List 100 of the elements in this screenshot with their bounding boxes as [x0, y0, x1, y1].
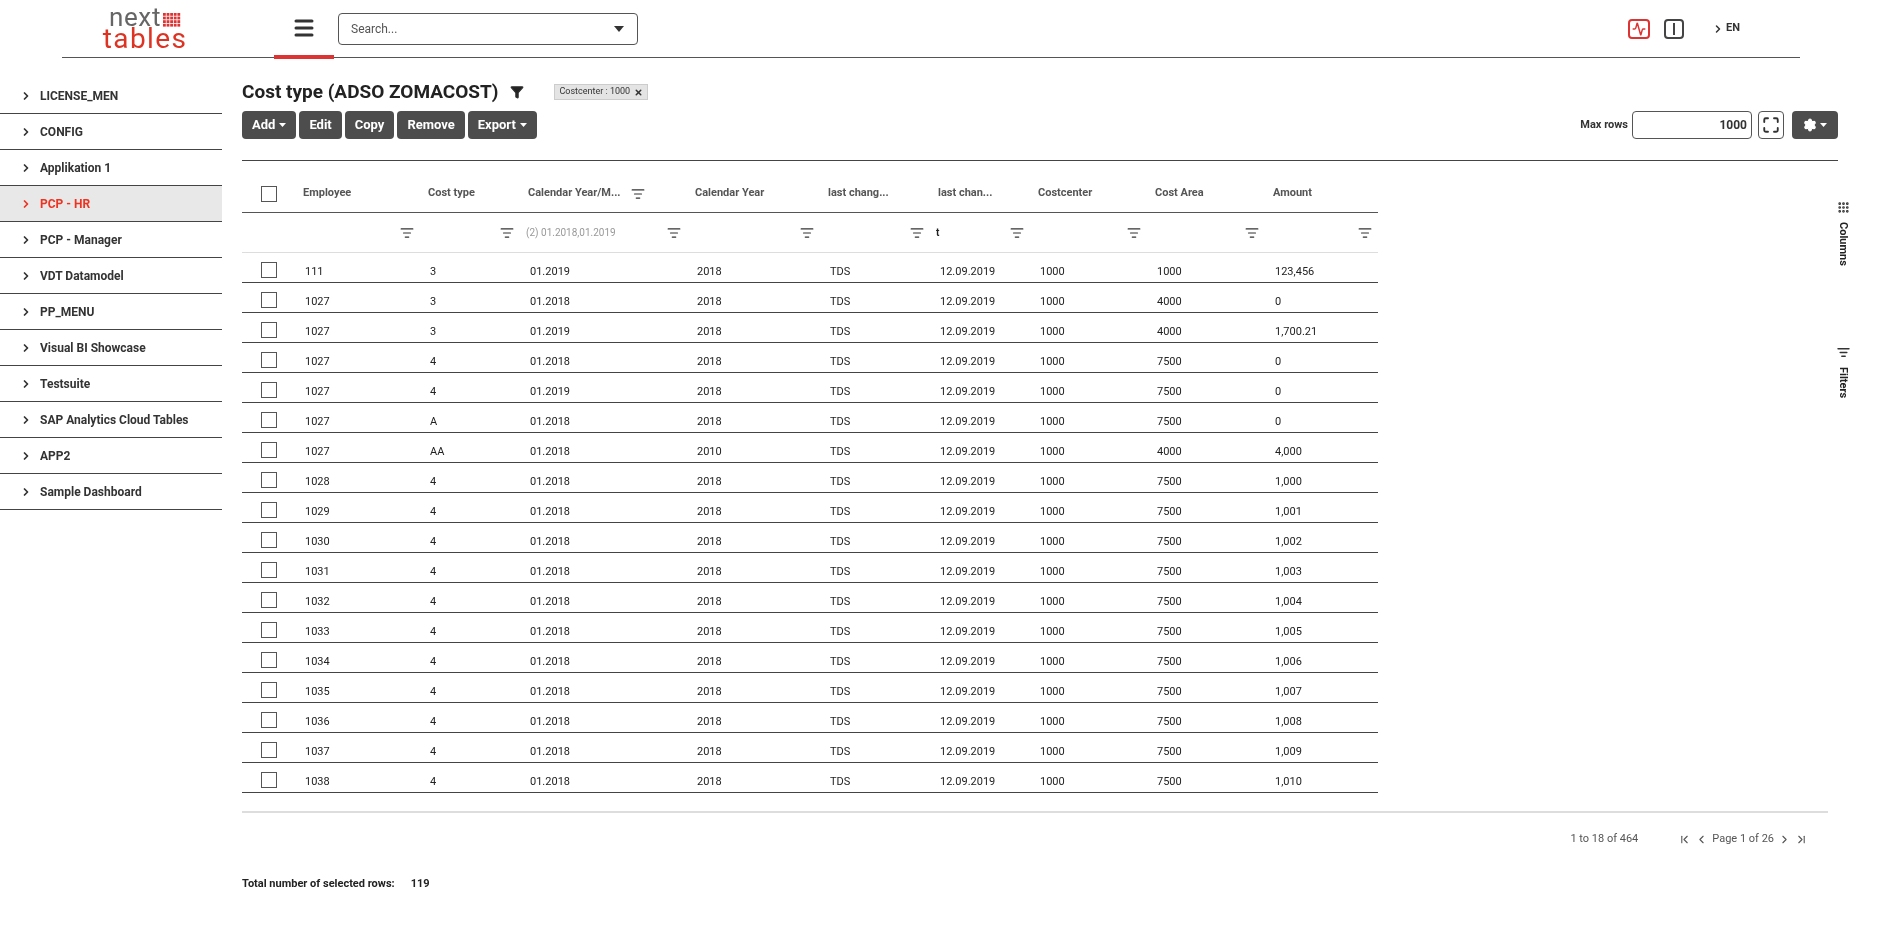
- row-checkbox[interactable]: [260, 562, 277, 578]
- table-cell: 7500: [1157, 535, 1182, 548]
- row-checkbox[interactable]: [260, 532, 277, 548]
- table-cell: 01.2018: [530, 355, 570, 368]
- table-cell: 01.2018: [530, 415, 570, 428]
- column-header[interactable]: last chang...: [828, 185, 889, 202]
- table-cell: 1000: [1040, 745, 1065, 758]
- fullscreen-button[interactable]: [1758, 111, 1784, 139]
- column-header[interactable]: Cost Area: [1155, 185, 1204, 202]
- table-cell: 7500: [1157, 775, 1182, 788]
- table-cell: 123,456: [1275, 265, 1315, 278]
- toolbar-button[interactable]: Edit: [299, 111, 342, 139]
- sidebar-item[interactable]: SAP Analytics Cloud Tables: [0, 402, 222, 438]
- table-cell: TDS: [830, 715, 851, 728]
- row-checkbox[interactable]: [260, 412, 277, 428]
- table-cell: 01.2018: [530, 745, 570, 758]
- sidebar-item[interactable]: PP_MENU: [0, 294, 222, 330]
- settings-icon: [1803, 118, 1817, 132]
- row-checkbox[interactable]: [260, 592, 277, 608]
- table-cell: 7500: [1157, 415, 1182, 428]
- toolbar-button[interactable]: Add: [242, 111, 297, 139]
- column-header[interactable]: last chan...: [938, 185, 993, 202]
- row-checkbox[interactable]: [260, 472, 277, 488]
- table-cell: 4: [430, 595, 437, 608]
- column-header[interactable]: Cost type: [428, 185, 475, 202]
- table-cell: 1027: [305, 415, 330, 428]
- sidebar-item[interactable]: Sample Dashboard: [0, 474, 222, 510]
- row-checkbox[interactable]: [260, 262, 277, 278]
- row-checkbox[interactable]: [260, 742, 277, 758]
- toolbar-button[interactable]: Copy: [344, 111, 395, 139]
- row-checkbox[interactable]: [260, 442, 277, 458]
- max-rows-field[interactable]: 1000: [1632, 111, 1752, 139]
- settings-button[interactable]: [1792, 111, 1838, 139]
- info-icon[interactable]: [1664, 18, 1685, 39]
- sidebar-item[interactable]: APP2: [0, 438, 222, 474]
- table-cell: 12.09.2019: [940, 475, 996, 488]
- column-header[interactable]: Employee: [303, 185, 352, 202]
- row-checkbox[interactable]: [260, 322, 277, 338]
- toolbar-button[interactable]: Remove: [397, 111, 465, 139]
- row-checkbox[interactable]: [260, 622, 277, 638]
- language-button[interactable]: EN: [1712, 20, 1740, 37]
- activity-icon[interactable]: [1628, 18, 1651, 39]
- table-cell: 1000: [1040, 385, 1065, 398]
- table-cell: 01.2019: [530, 265, 570, 278]
- table-cell: TDS: [830, 295, 851, 308]
- row-checkbox[interactable]: [260, 352, 277, 368]
- logo[interactable]: next tables: [70, 6, 220, 51]
- sidebar-item[interactable]: VDT Datamodel: [0, 258, 222, 294]
- row-checkbox[interactable]: [260, 652, 277, 668]
- table-cell: 01.2018: [530, 535, 570, 548]
- table-cell: 1000: [1040, 775, 1065, 788]
- sidebar-item[interactable]: LICENSE_MEN: [0, 78, 222, 114]
- table-cell: 4: [430, 715, 437, 728]
- table-cell: 1,700.21: [1275, 325, 1318, 338]
- filter-value[interactable]: t: [936, 225, 940, 240]
- filter-icon[interactable]: [510, 85, 525, 99]
- side-panel-tab[interactable]: Columns: [1836, 201, 1850, 266]
- table-cell: 1033: [305, 625, 330, 638]
- table-cell: 12.09.2019: [940, 625, 996, 638]
- column-header[interactable]: Costcenter: [1038, 185, 1093, 202]
- row-checkbox[interactable]: [260, 772, 277, 788]
- table-cell: 2018: [697, 415, 722, 428]
- sidebar-item[interactable]: PCP - Manager: [0, 222, 222, 258]
- row-checkbox[interactable]: [260, 502, 277, 518]
- row-checkbox[interactable]: [260, 382, 277, 398]
- table-cell: 0: [1275, 355, 1282, 368]
- table-cell: 1,005: [1275, 625, 1302, 638]
- sidebar-item[interactable]: Testsuite: [0, 366, 222, 402]
- table-cell: 7500: [1157, 745, 1182, 758]
- search-field[interactable]: Search...: [338, 12, 638, 45]
- sidebar-item[interactable]: CONFIG: [0, 114, 222, 150]
- table-cell: TDS: [830, 775, 851, 788]
- table-cell: 12.09.2019: [940, 415, 996, 428]
- table-cell: 01.2018: [530, 715, 570, 728]
- table-cell: 12.09.2019: [940, 385, 996, 398]
- table-cell: 2018: [697, 685, 722, 698]
- table-cell: 4: [430, 625, 437, 638]
- close-icon[interactable]: [634, 87, 644, 97]
- table-cell: 2018: [697, 505, 722, 518]
- table-cell: 7500: [1157, 565, 1182, 578]
- row-checkbox[interactable]: [260, 682, 277, 698]
- filter-chip[interactable]: Costcenter : 1000: [554, 84, 649, 100]
- sidebar-item[interactable]: Visual BI Showcase: [0, 330, 222, 366]
- row-checkbox[interactable]: [260, 292, 277, 308]
- table-cell: 01.2019: [530, 385, 570, 398]
- table-cell: TDS: [830, 505, 851, 518]
- column-header[interactable]: Calendar Year/M...: [528, 185, 621, 202]
- table-cell: 1035: [305, 685, 330, 698]
- side-panel-tab[interactable]: Filters: [1836, 345, 1850, 399]
- table-cell: 4: [430, 475, 437, 488]
- row-checkbox[interactable]: [260, 185, 277, 202]
- table-cell: 2018: [697, 535, 722, 548]
- row-checkbox[interactable]: [260, 712, 277, 728]
- column-header[interactable]: Amount: [1273, 185, 1312, 202]
- table-cell: 1000: [1040, 565, 1065, 578]
- column-header[interactable]: Calendar Year: [695, 185, 765, 202]
- table-cell: 01.2018: [530, 505, 570, 518]
- caret-icon: [279, 123, 287, 127]
- table-cell: 1000: [1040, 265, 1065, 278]
- toolbar-button[interactable]: Export: [467, 111, 537, 139]
